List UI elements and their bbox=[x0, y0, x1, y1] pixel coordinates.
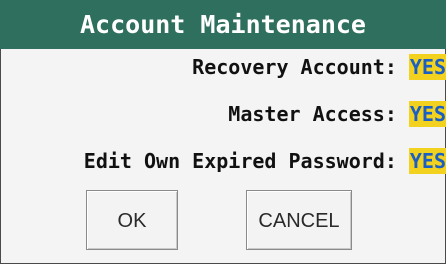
setting-row-master-access: Master Access: YES bbox=[228, 98, 446, 130]
master-access-value-toggle[interactable]: YES bbox=[408, 101, 446, 127]
cancel-button[interactable]: CANCEL bbox=[246, 190, 352, 250]
dialog-title: Account Maintenance bbox=[0, 0, 446, 49]
account-maintenance-dialog: Account Maintenance Recovery Account: YE… bbox=[0, 0, 446, 264]
edit-own-expired-password-value-toggle[interactable]: YES bbox=[408, 148, 446, 174]
setting-row-edit-own-expired-password: Edit Own Expired Password: YES bbox=[84, 145, 446, 177]
ok-button[interactable]: OK bbox=[86, 190, 178, 250]
master-access-label: Master Access: bbox=[228, 102, 397, 126]
recovery-account-value-toggle[interactable]: YES bbox=[408, 54, 446, 80]
setting-row-recovery-account: Recovery Account: YES bbox=[192, 51, 446, 83]
edit-own-expired-password-label: Edit Own Expired Password: bbox=[83, 149, 397, 173]
recovery-account-label: Recovery Account: bbox=[192, 55, 397, 79]
